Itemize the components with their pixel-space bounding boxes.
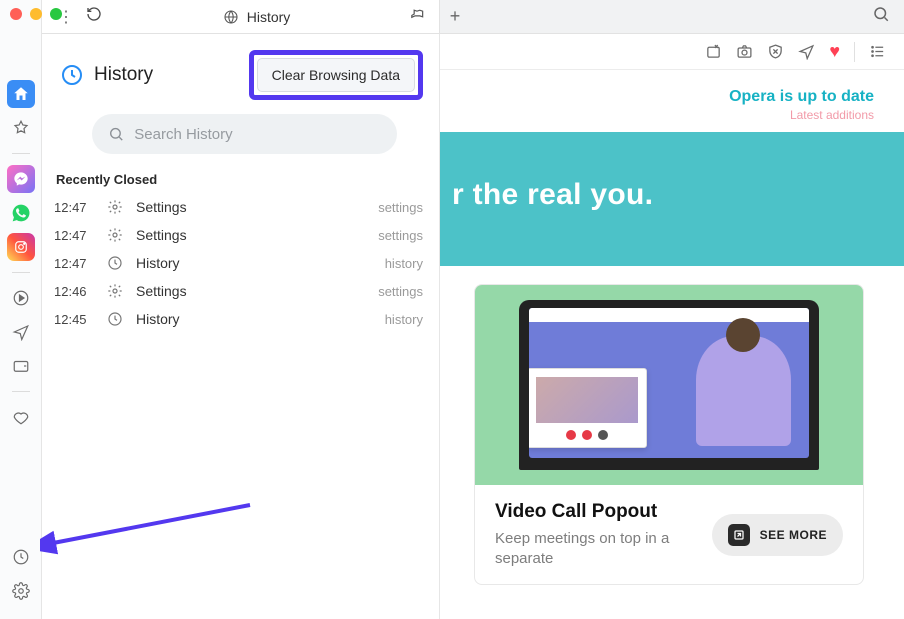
search-icon (108, 125, 124, 143)
window-controls (10, 8, 62, 20)
sidebar-settings[interactable] (7, 577, 35, 605)
history-title: History (94, 64, 153, 86)
sidebar-history[interactable] (7, 543, 35, 571)
history-entry[interactable]: 12:45 History history (50, 305, 427, 333)
tab-history[interactable]: ⋮ History (42, 0, 440, 33)
entry-source: settings (378, 228, 423, 243)
entry-time: 12:47 (54, 228, 94, 243)
recently-closed-label: Recently Closed (50, 154, 427, 193)
gear-icon (106, 227, 124, 243)
sidebar-divider (12, 153, 30, 154)
gear-icon (106, 283, 124, 299)
clock-icon (106, 311, 124, 327)
external-icon (728, 524, 750, 546)
sidebar-messenger[interactable] (7, 165, 35, 193)
search-history-input[interactable] (134, 126, 381, 143)
send-icon[interactable] (798, 43, 815, 60)
shield-icon[interactable] (767, 43, 784, 60)
tab-bar: ⋮ History + (42, 0, 904, 34)
globe-icon (223, 9, 239, 25)
sidebar-player[interactable] (7, 284, 35, 312)
card-image (475, 285, 863, 485)
entry-time: 12:47 (54, 200, 94, 215)
gear-icon (106, 199, 124, 215)
snapshot-icon[interactable] (705, 43, 722, 60)
history-entry[interactable]: 12:46 Settings settings (50, 277, 427, 305)
sidebar-pinboards[interactable] (7, 403, 35, 431)
sidebar (0, 0, 42, 619)
sidebar-divider (12, 272, 30, 273)
heart-icon[interactable]: ♥ (829, 41, 840, 62)
see-more-label: SEE MORE (760, 528, 827, 542)
entry-source: settings (378, 200, 423, 215)
entry-title: Settings (136, 227, 187, 243)
easy-setup-icon[interactable] (869, 43, 886, 60)
sidebar-instagram[interactable] (7, 233, 35, 261)
history-entry[interactable]: 12:47 Settings settings (50, 193, 427, 221)
entry-title: History (136, 255, 180, 271)
card-title: Video Call Popout (495, 501, 698, 523)
clear-browsing-data-button[interactable]: Clear Browsing Data (257, 58, 415, 92)
minimize-window-button[interactable] (30, 8, 42, 20)
sidebar-whatsapp[interactable] (7, 199, 35, 227)
entry-title: Settings (136, 199, 187, 215)
search-history-field[interactable] (92, 114, 397, 154)
feature-card: Video Call Popout Keep meetings on top i… (474, 284, 864, 585)
entry-time: 12:47 (54, 256, 94, 271)
entry-time: 12:45 (54, 312, 94, 327)
history-panel: History Clear Browsing Data Recently Clo… (42, 34, 440, 619)
entry-title: Settings (136, 283, 187, 299)
history-entry[interactable]: 12:47 History history (50, 249, 427, 277)
new-tab-button[interactable]: + (440, 6, 470, 27)
close-window-button[interactable] (10, 8, 22, 20)
see-more-button[interactable]: SEE MORE (712, 514, 843, 556)
camera-icon[interactable] (736, 43, 753, 60)
toolbar-divider (854, 42, 855, 62)
hero-banner: r the real you. (440, 132, 904, 266)
sidebar-divider (12, 391, 30, 392)
sidebar-send[interactable] (7, 318, 35, 346)
card-description: Keep meetings on top in a separate (495, 529, 698, 568)
pin-tab-icon[interactable] (405, 6, 429, 27)
highlight-annotation: Clear Browsing Data (249, 50, 423, 100)
sidebar-home[interactable] (7, 80, 35, 108)
entry-source: history (385, 256, 423, 271)
sidebar-bookmarks[interactable] (7, 114, 35, 142)
entry-source: history (385, 312, 423, 327)
page-content: Opera is up to date Latest additions r t… (440, 70, 904, 619)
entry-time: 12:46 (54, 284, 94, 299)
hero-text: r the real you. (452, 178, 653, 211)
reload-icon[interactable] (80, 6, 108, 27)
clock-icon (106, 255, 124, 271)
latest-additions-link[interactable]: Latest additions (790, 108, 874, 122)
update-status: Opera is up to date (729, 88, 874, 106)
tab-search-icon[interactable] (858, 5, 904, 28)
entry-source: settings (378, 284, 423, 299)
history-icon (60, 63, 84, 87)
history-entry[interactable]: 12:47 Settings settings (50, 221, 427, 249)
maximize-window-button[interactable] (50, 8, 62, 20)
tab-title: History (108, 9, 405, 25)
entry-title: History (136, 311, 180, 327)
sidebar-wallet[interactable] (7, 352, 35, 380)
